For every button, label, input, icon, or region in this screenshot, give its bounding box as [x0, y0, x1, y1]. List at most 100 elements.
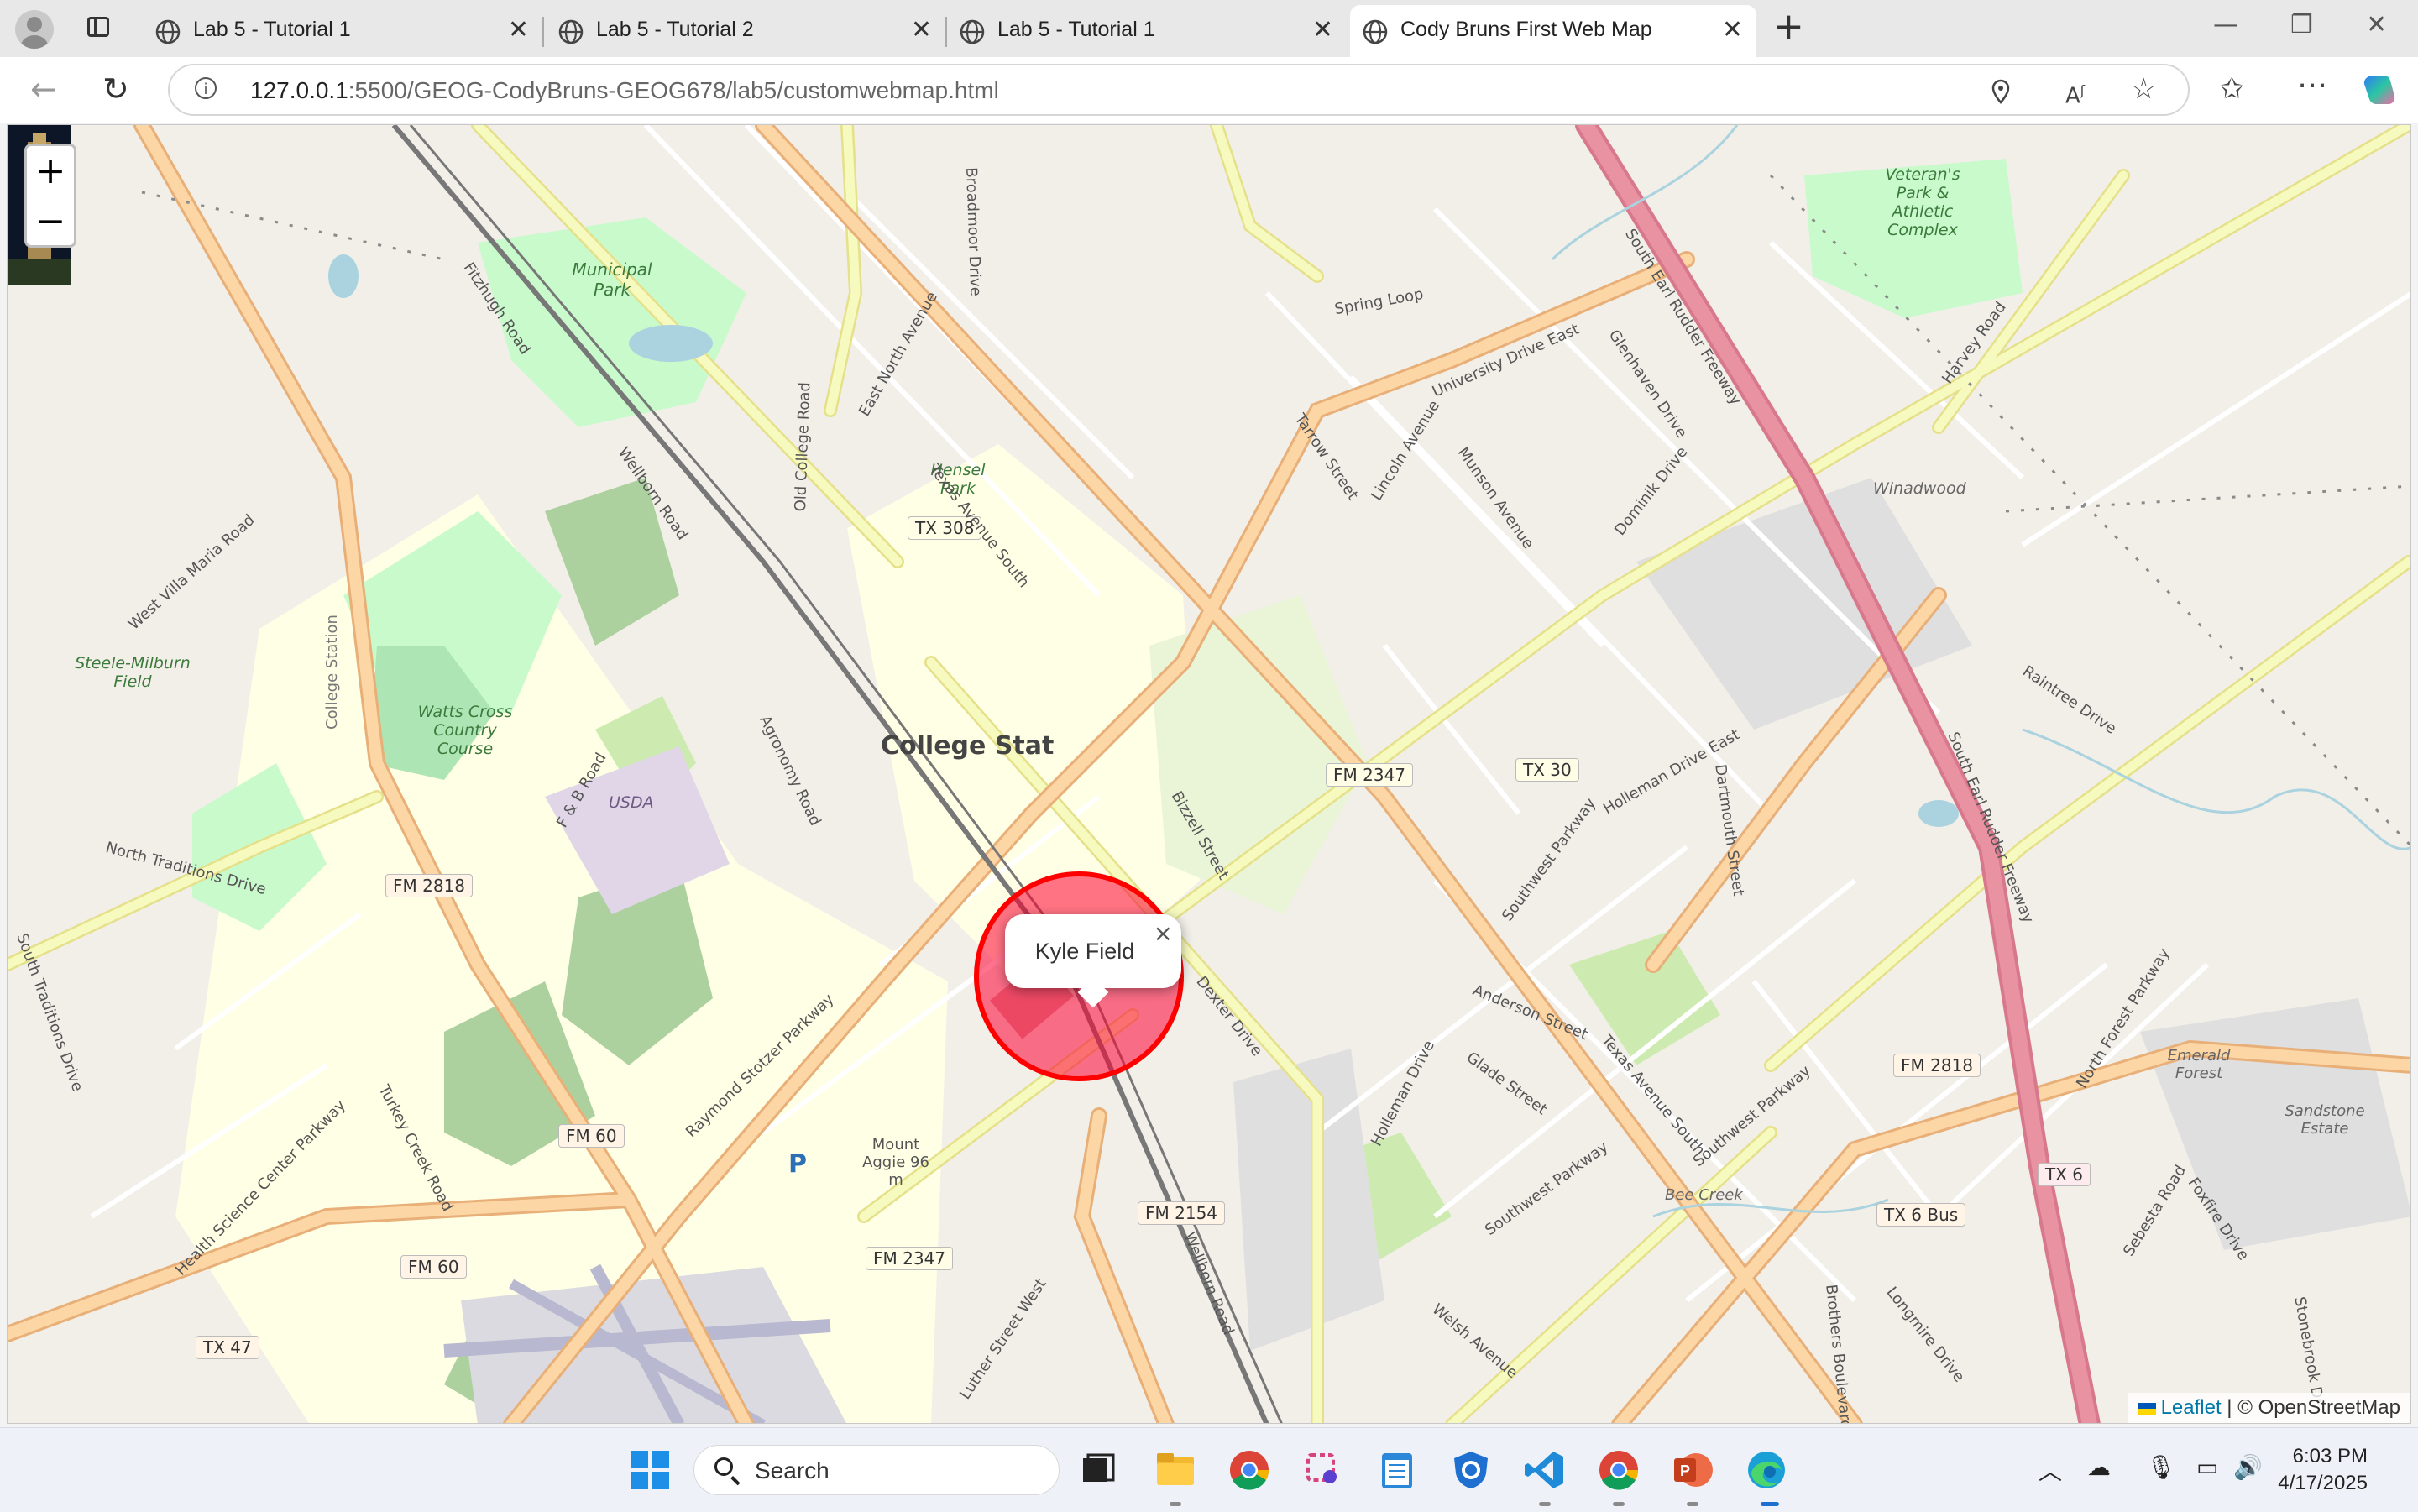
street-label: Old College Road [792, 381, 814, 512]
map-attribution: Leaflet | © OpenStreetMap [2127, 1393, 2410, 1423]
restore-button[interactable]: ❐ [2290, 10, 2313, 39]
search-placeholder: Search [755, 1457, 830, 1483]
road-shield: TX 6 Bus [1876, 1203, 1966, 1227]
tab-lab5-tutorial1-a[interactable]: Lab 5 - Tutorial 1 ✕ [143, 5, 544, 57]
label-sandstone-estate: Sandstone Estate [2285, 1102, 2365, 1138]
tab-title: Lab 5 - Tutorial 1 [193, 18, 351, 41]
more-menu-icon[interactable]: ⋯ [2297, 69, 2327, 102]
close-tab-icon[interactable]: ✕ [508, 15, 529, 45]
running-indicator [1687, 1502, 1698, 1506]
url-text[interactable]: 127.0.0.1:5500/GEOG-CodyBruns-GEOG678/la… [250, 77, 999, 104]
street-label: Dexter Drive [1192, 973, 1266, 1060]
zoom-control: + − [24, 144, 76, 248]
label-college-station: College Stat [881, 731, 1055, 761]
street-label: Munson Avenue [1453, 444, 1537, 552]
close-tab-icon[interactable]: ✕ [1312, 15, 1333, 45]
onedrive-icon[interactable]: ☁ [2087, 1453, 2111, 1481]
favorites-icon[interactable]: ✩ [2220, 72, 2244, 106]
chrome-icon[interactable] [1597, 1448, 1641, 1492]
leaflet-link[interactable]: Leaflet [2161, 1396, 2222, 1419]
label-winadwood: Winadwood [1873, 479, 1966, 498]
volume-icon[interactable]: 🔊 [2233, 1453, 2263, 1481]
tab-separator [542, 17, 544, 47]
refresh-icon[interactable]: ↻ [102, 72, 129, 106]
zoom-out-button[interactable]: − [27, 196, 74, 246]
windows-start-icon[interactable] [628, 1448, 672, 1492]
minimize-button[interactable]: — [2213, 10, 2238, 39]
zoom-in-button[interactable]: + [27, 146, 74, 196]
file-explorer-icon[interactable] [1154, 1448, 1197, 1492]
street-label: Glade Street [1463, 1049, 1551, 1119]
street-label: Dartmouth Street [1711, 763, 1748, 897]
chrome-icon[interactable] [1227, 1448, 1271, 1492]
close-window-button[interactable]: ✕ [2366, 10, 2387, 39]
parking-icon: P [788, 1149, 807, 1179]
favorite-star-icon[interactable]: ☆ [2131, 72, 2156, 106]
ukraine-flag-icon [2137, 1402, 2156, 1415]
street-label: Luther Street West [956, 1275, 1050, 1403]
running-indicator [1170, 1502, 1181, 1506]
popup-close-icon[interactable]: × [1154, 919, 1173, 947]
url-host: 127.0.0.1 [250, 77, 348, 103]
tab-actions-icon[interactable] [87, 17, 109, 37]
snipping-tool-icon[interactable] [1301, 1448, 1345, 1492]
road-shield: FM 60 [558, 1124, 625, 1148]
task-view-icon[interactable] [1076, 1448, 1120, 1492]
street-label: Foxfire Drive [2184, 1175, 2253, 1264]
street-label: Brothers Boulevard [1822, 1284, 1855, 1424]
site-info-icon[interactable]: i [195, 77, 217, 99]
notepad-icon[interactable] [1375, 1448, 1419, 1492]
street-label: Raintree Drive [2019, 662, 2120, 738]
address-bar[interactable]: i 127.0.0.1:5500/GEOG-CodyBruns-GEOG678/… [168, 64, 2190, 116]
close-tab-icon[interactable]: ✕ [911, 15, 932, 45]
street-label: Wellborn Road [614, 444, 692, 544]
read-aloud-icon[interactable]: Aʃ [2065, 74, 2085, 113]
powerpoint-icon[interactable]: P [1671, 1448, 1714, 1492]
copilot-icon[interactable] [2361, 72, 2398, 109]
street-label: Fitzhugh Road [459, 259, 535, 358]
back-arrow-icon[interactable]: ← [30, 72, 57, 106]
close-tab-icon[interactable]: ✕ [1722, 15, 1743, 45]
street-label: University Drive East [1429, 320, 1583, 401]
location-pin-icon[interactable] [1990, 79, 2012, 104]
microphone-icon[interactable]: 🎙 [2146, 1453, 2176, 1481]
road-shield: FM 2818 [1893, 1054, 1981, 1077]
tab-lab5-tutorial1-b[interactable]: Lab 5 - Tutorial 1 ✕ [947, 5, 1347, 57]
street-label: Stonebrook Dr [2290, 1295, 2327, 1406]
street-label: Agronomy Road [756, 713, 824, 829]
taskbar-search[interactable]: Search [693, 1445, 1060, 1495]
street-label: Southwest Parkway [1499, 794, 1600, 925]
tab-lab5-tutorial2[interactable]: Lab 5 - Tutorial 2 ✕ [546, 5, 947, 57]
globe-icon [155, 19, 181, 44]
vscode-icon[interactable] [1523, 1448, 1567, 1492]
street-label: Southwest Parkway [1482, 1138, 1612, 1239]
street-label: Dominik Drive [1611, 443, 1692, 539]
label-veterans-park: Veteran's Park & Athletic Complex [1885, 165, 1960, 239]
street-label: Holleman Drive [1368, 1037, 1438, 1149]
street-label: West Villa Maria Road [125, 510, 259, 634]
label-emerald-forest: Emerald Forest [2167, 1047, 2231, 1082]
network-icon[interactable]: ▭ [2196, 1453, 2218, 1481]
new-tab-button[interactable]: + [1773, 8, 1804, 45]
tab-title: Cody Bruns First Web Map [1400, 18, 1652, 41]
profile-avatar[interactable] [15, 10, 54, 49]
street-label: Spring Loop [1332, 285, 1425, 319]
tab-cody-bruns-web-map[interactable]: Cody Bruns First Web Map ✕ [1350, 5, 1756, 57]
edge-icon[interactable] [1745, 1448, 1788, 1492]
windows-taskbar: Search P ︿ ☁ 🎙 ▭ 🔊 6:03 PM 4/17/2025 [0, 1427, 2418, 1512]
street-label: South Traditions Drive [13, 931, 86, 1095]
street-label: North Traditions Drive [103, 839, 269, 899]
leaflet-map[interactable]: College Stat Municipal Park Hensel Park … [7, 124, 2411, 1424]
road-shield: FM 2154 [1138, 1201, 1226, 1225]
system-clock[interactable]: 6:03 PM 4/17/2025 [2278, 1443, 2368, 1497]
street-label: Texas Avenue South [1597, 1032, 1709, 1159]
defender-icon[interactable] [1449, 1448, 1493, 1492]
map-labels: College Stat Municipal Park Hensel Park … [8, 125, 2410, 1424]
street-label: Broadmoor Drive [962, 167, 985, 297]
label-usda: USDA [609, 793, 654, 812]
chevron-up-icon[interactable]: ︿ [2039, 1453, 2062, 1487]
label-steele-milburn: Steele-Milburn Field [75, 654, 191, 691]
street-label: Harvey Road [1939, 298, 2010, 388]
label-watts-cross-country: Watts Cross Country Course [417, 703, 513, 758]
active-app-indicator [1761, 1502, 1779, 1506]
